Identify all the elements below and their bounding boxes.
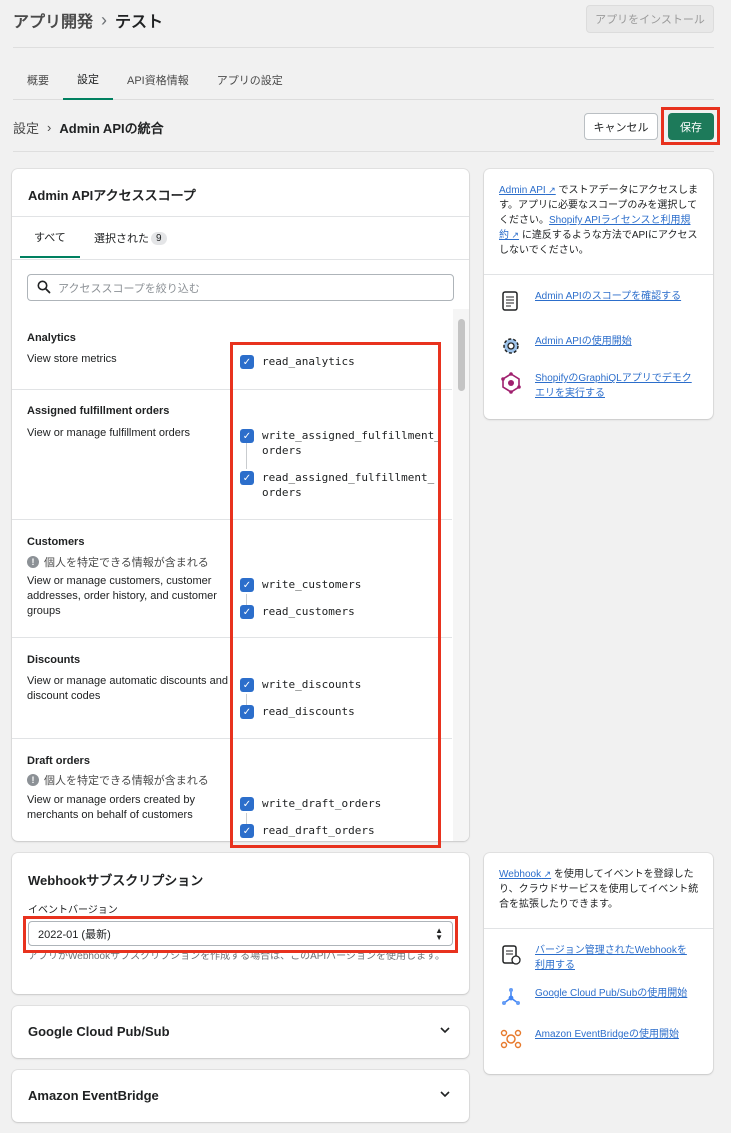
external-link-icon: ↗ <box>509 230 520 240</box>
tab-settings[interactable]: 設定 <box>63 60 113 100</box>
page-title: テスト <box>115 14 164 31</box>
scope-section-title: Assigned fulfillment orders <box>27 405 170 417</box>
side-link-google-pubsub[interactable]: Google Cloud Pub/Subの使用開始 <box>499 986 695 1010</box>
chevron-right-icon: › <box>101 9 108 30</box>
accordion-amazon-eventbridge[interactable]: Amazon EventBridge <box>12 1070 469 1122</box>
side-link-eventbridge[interactable]: Amazon EventBridgeの使用開始 <box>499 1027 695 1051</box>
event-version-label: イベントバージョン <box>28 905 118 916</box>
accordion-title: Amazon EventBridge <box>28 1088 159 1103</box>
tab-bar: 概要 設定 API資格情報 アプリの設定 <box>13 60 714 100</box>
tab-selected-scopes[interactable]: 選択された 9 <box>94 218 167 258</box>
search-placeholder: アクセススコープを絞り込む <box>58 282 200 295</box>
scope-section-title: Discounts <box>27 654 81 666</box>
external-link-icon: ↗ <box>545 185 556 195</box>
tab-selected-label: 選択された <box>94 233 149 245</box>
tab-all-scopes[interactable]: すべて <box>20 218 80 258</box>
scope-section-title: Analytics <box>27 332 76 344</box>
selected-count-badge: 9 <box>151 231 167 245</box>
breadcrumb: アプリ開発 › テスト <box>13 8 163 32</box>
chevron-right-icon: › <box>47 120 52 135</box>
side-link-getting-started[interactable]: Admin APIの使用開始 <box>499 334 695 358</box>
webhook-intro: Webhook ↗ を使用してイベントを登録したり、クラウドサービスを使用してイ… <box>499 867 699 912</box>
side-link-review-scopes[interactable]: Admin APIのスコープを確認する <box>499 289 695 313</box>
pii-warning-text: 個人を特定できる情報が含まれる <box>44 557 209 569</box>
scope-section-desc: View or manage orders created by merchan… <box>27 794 195 821</box>
sub-breadcrumb-parent[interactable]: 設定 <box>13 118 39 137</box>
tab-api-credentials[interactable]: API資格情報 <box>113 60 203 100</box>
divider <box>13 47 714 48</box>
scope-section-desc: View or manage customers, customer addre… <box>27 575 217 617</box>
section-title: Admin APIの統合 <box>59 121 164 136</box>
pii-warning: ! 個人を特定できる情報が含まれる <box>27 772 209 788</box>
scope-section-title: Draft orders <box>27 755 90 767</box>
sub-breadcrumb: 設定 › Admin APIの統合 <box>13 118 164 137</box>
scope-section-desc: View or manage fulfillment orders <box>27 427 191 439</box>
install-app-button[interactable]: アプリをインストール <box>586 5 714 33</box>
scope-search-input[interactable]: アクセススコープを絞り込む <box>27 274 454 301</box>
alert-icon: ! <box>27 774 39 786</box>
highlight-box-save <box>661 107 720 145</box>
eventbridge-icon <box>500 1029 522 1049</box>
external-link-icon: ↗ <box>541 869 552 879</box>
highlight-box-version <box>23 916 458 953</box>
breadcrumb-parent[interactable]: アプリ開発 <box>13 8 93 32</box>
scope-section-desc: View store metrics <box>27 353 117 365</box>
card-title: Webhookサブスクリプション <box>28 873 204 888</box>
webhook-info-card: Webhook ↗ を使用してイベントを登録したり、クラウドサービスを使用してイ… <box>484 853 713 1074</box>
divider <box>484 928 713 929</box>
divider <box>12 216 469 217</box>
chevron-down-icon <box>440 1027 450 1034</box>
graphql-icon <box>501 372 521 394</box>
scope-section-desc: View or manage automatic discounts and d… <box>27 675 228 702</box>
pii-warning: ! 個人を特定できる情報が含まれる <box>27 554 209 570</box>
side-link-text[interactable]: Google Cloud Pub/Subの使用開始 <box>535 986 695 1001</box>
search-icon <box>37 280 51 294</box>
divider <box>12 259 469 260</box>
chevron-down-icon <box>440 1091 450 1098</box>
alert-icon: ! <box>27 556 39 568</box>
admin-api-info-card: Admin API ↗ でストアデータにアクセスします。アプリに必要なスコープの… <box>484 169 713 419</box>
tab-overview[interactable]: 概要 <box>13 60 63 100</box>
scrollbar-thumb[interactable] <box>458 319 465 391</box>
admin-api-intro: Admin API ↗ でストアデータにアクセスします。アプリに必要なスコープの… <box>499 183 699 258</box>
document-check-icon <box>502 945 521 965</box>
accordion-google-pubsub[interactable]: Google Cloud Pub/Sub <box>12 1006 469 1058</box>
pubsub-icon <box>502 988 520 1005</box>
webhook-link[interactable]: Webhook <box>499 869 541 880</box>
divider <box>13 151 714 152</box>
outro-text: に違反するような方法でAPIにアクセスしないでください。 <box>499 230 698 256</box>
card-title: Admin APIアクセススコープ <box>28 188 196 203</box>
side-link-text[interactable]: Admin APIの使用開始 <box>535 334 695 349</box>
cancel-button[interactable]: キャンセル <box>584 113 658 140</box>
pii-warning-text: 個人を特定できる情報が含まれる <box>44 775 209 787</box>
side-link-text[interactable]: Amazon EventBridgeの使用開始 <box>535 1027 695 1042</box>
highlight-box-scopes <box>230 342 441 848</box>
divider <box>484 274 713 275</box>
side-link-graphiql[interactable]: ShopifyのGraphiQLアプリでデモクエリを実行する <box>499 371 695 401</box>
gear-icon <box>503 338 519 354</box>
admin-api-link[interactable]: Admin API <box>499 185 546 196</box>
side-link-text[interactable]: ShopifyのGraphiQLアプリでデモクエリを実行する <box>535 371 695 401</box>
scope-section-title: Customers <box>27 536 85 548</box>
side-link-text[interactable]: バージョン管理されたWebhookを利用する <box>535 943 695 973</box>
side-link-text[interactable]: Admin APIのスコープを確認する <box>535 289 695 304</box>
side-link-versioned-webhooks[interactable]: バージョン管理されたWebhookを利用する <box>499 943 695 973</box>
accordion-title: Google Cloud Pub/Sub <box>28 1024 170 1039</box>
scroll-document-icon <box>502 291 518 311</box>
tab-app-settings[interactable]: アプリの設定 <box>203 60 297 100</box>
